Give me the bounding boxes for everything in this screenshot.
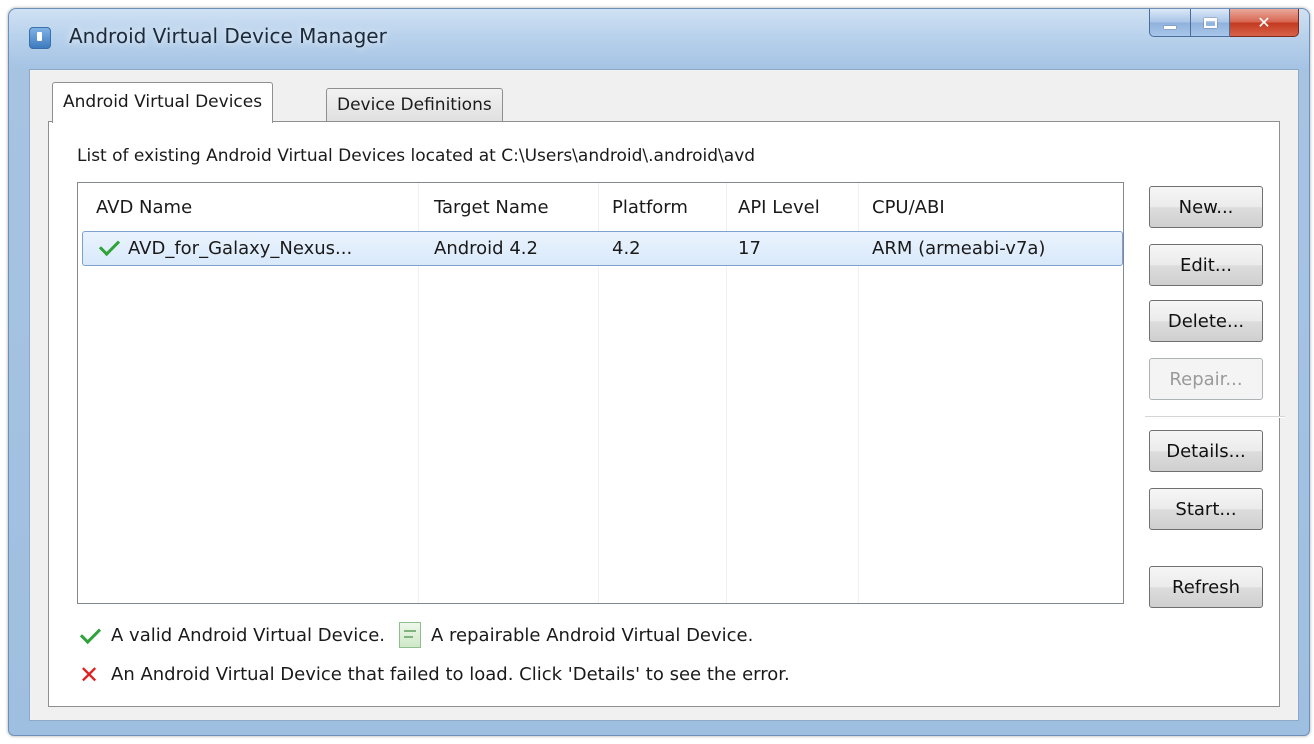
cell-avd-name: AVD_for_Galaxy_Nexus... [128, 238, 353, 259]
window-title: Android Virtual Device Manager [69, 24, 387, 48]
legend-row-2: ✕ An Android Virtual Device that failed … [77, 660, 790, 689]
column-header-platform[interactable]: Platform [612, 197, 688, 218]
button-separator [1145, 416, 1285, 418]
window: Android Virtual Device Manager ✕ Android… [8, 8, 1310, 736]
legend-valid-icon [77, 622, 102, 645]
start-button[interactable]: Start... [1149, 488, 1263, 530]
maximize-button[interactable] [1191, 9, 1230, 37]
error-x-icon: ✕ [78, 660, 100, 689]
column-header-cpu-abi[interactable]: CPU/ABI [872, 197, 945, 218]
legend-repairable-text: A repairable Android Virtual Device. [431, 624, 754, 646]
new-button[interactable]: New... [1149, 186, 1263, 228]
cell-cpu-abi: ARM (armeabi-v7a) [872, 238, 1046, 259]
column-header-target-name[interactable]: Target Name [434, 197, 549, 218]
repair-button[interactable]: Repair... [1149, 358, 1263, 400]
legend-row-1: A valid Android Virtual Device. A repair… [77, 622, 753, 648]
tab-android-virtual-devices[interactable]: Android Virtual Devices [52, 82, 274, 123]
details-button[interactable]: Details... [1149, 430, 1263, 472]
minimize-icon [1164, 26, 1176, 29]
minimize-button[interactable] [1149, 9, 1191, 37]
close-button[interactable]: ✕ [1230, 9, 1299, 37]
legend-failed-text: An Android Virtual Device that failed to… [111, 664, 790, 685]
legend-valid-text: A valid Android Virtual Device. [111, 624, 385, 646]
delete-button[interactable]: Delete... [1149, 300, 1263, 342]
tab-panel: List of existing Android Virtual Devices… [48, 121, 1285, 707]
column-header-avd-name[interactable]: AVD Name [96, 197, 192, 218]
close-icon: ✕ [1257, 13, 1271, 32]
android-sdk-icon [29, 27, 51, 49]
cell-platform: 4.2 [612, 238, 641, 259]
avd-table[interactable]: AVD Name Target Name Platform API Level … [77, 182, 1124, 604]
check-icon [79, 622, 102, 645]
refresh-button[interactable]: Refresh [1149, 566, 1263, 608]
column-header-api-level[interactable]: API Level [738, 197, 820, 218]
edit-button[interactable]: Edit... [1149, 244, 1263, 286]
tab-device-definitions[interactable]: Device Definitions [326, 88, 503, 121]
list-caption: List of existing Android Virtual Devices… [77, 146, 756, 166]
title-bar[interactable]: Android Virtual Device Manager ✕ [9, 9, 1309, 69]
cell-api-level: 17 [738, 238, 761, 259]
repairable-icon [399, 622, 421, 648]
caption-buttons: ✕ [1149, 9, 1299, 37]
client-area: Android Virtual Devices Device Definitio… [29, 69, 1299, 721]
maximize-icon [1203, 17, 1217, 28]
cell-target-name: Android 4.2 [434, 238, 538, 259]
